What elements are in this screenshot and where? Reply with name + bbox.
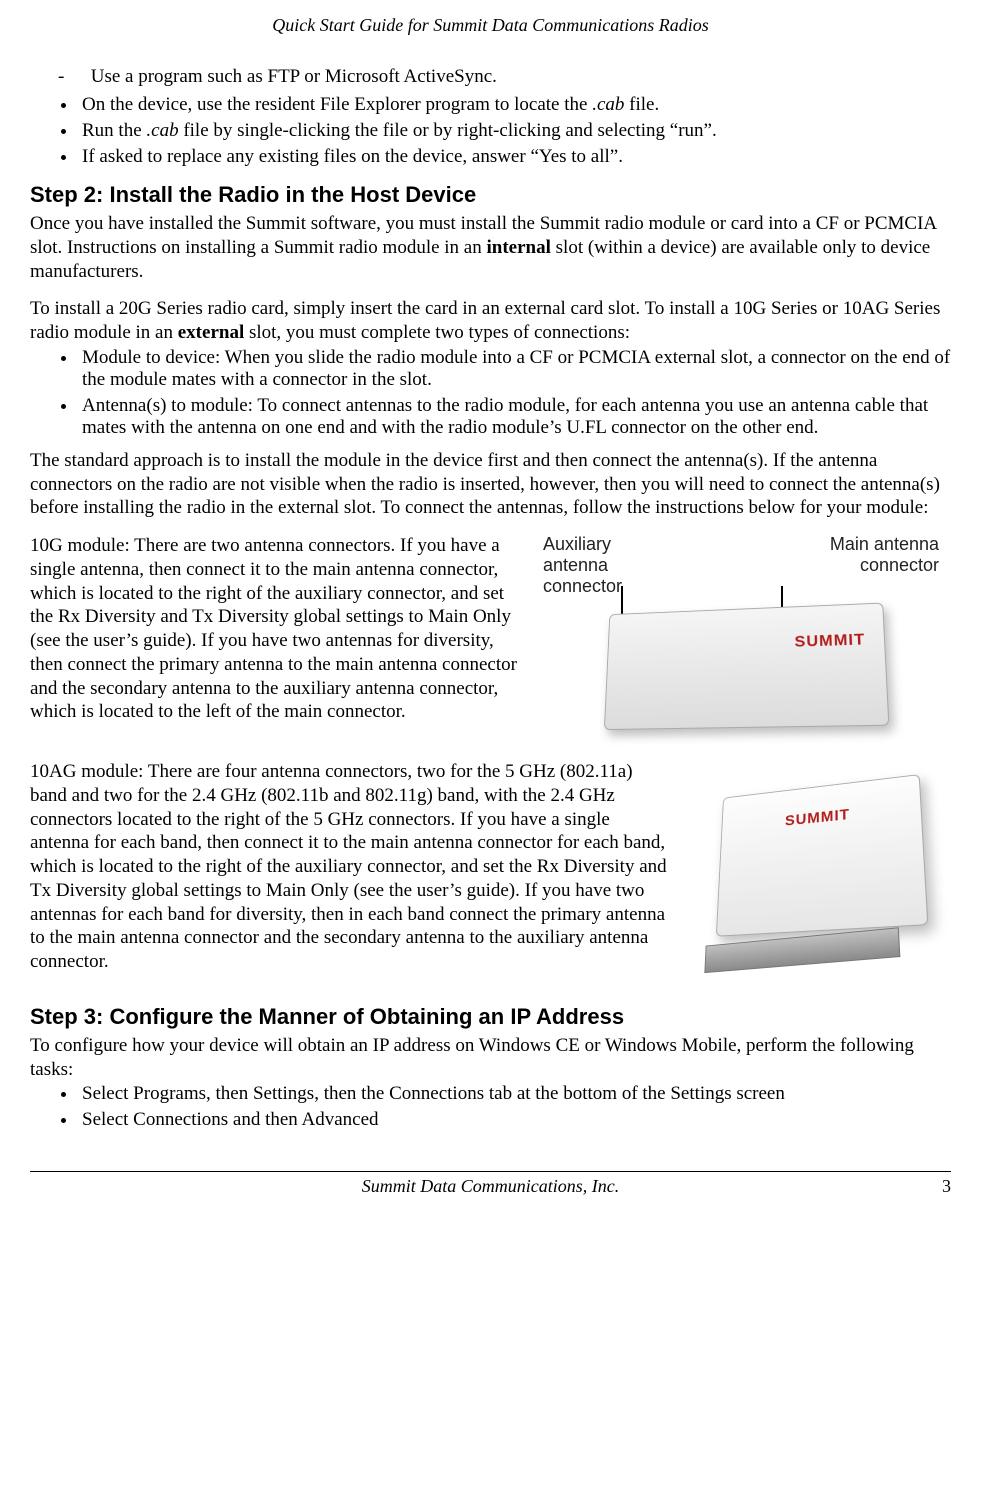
- step2-heading: Step 2: Install the Radio in the Host De…: [30, 182, 951, 208]
- row-10ag: 10AG module: There are four antenna conn…: [30, 760, 951, 988]
- label-aux-connector: Auxiliary antenna connector: [543, 534, 622, 597]
- text: file.: [624, 94, 659, 115]
- ital: .cab: [146, 120, 178, 141]
- running-header: Quick Start Guide for Summit Data Commun…: [30, 15, 951, 36]
- sub-bullet-ftp: Use a program such as FTP or Microsoft A…: [58, 66, 951, 88]
- text: antenna: [543, 555, 622, 576]
- step2-p2: To install a 20G Series radio card, simp…: [30, 297, 951, 345]
- bullet-replace-files: If asked to replace any existing files o…: [78, 146, 951, 168]
- bold-external: external: [178, 322, 244, 343]
- text: On the device, use the resident File Exp…: [82, 94, 592, 115]
- text: connector: [543, 576, 622, 597]
- bold-internal: internal: [487, 237, 551, 258]
- ital: .cab: [592, 94, 624, 115]
- figure-10ag-module: [681, 760, 951, 950]
- text: Run the: [82, 120, 146, 141]
- bullet-select-programs: Select Programs, then Settings, then the…: [78, 1083, 951, 1105]
- radio-card-icon: [716, 774, 929, 937]
- text: file by single-clicking the file or by r…: [179, 120, 717, 141]
- step3-p1: To configure how your device will obtain…: [30, 1034, 951, 1082]
- row-10g: 10G module: There are two antenna connec…: [30, 534, 951, 744]
- page-number: 3: [921, 1176, 951, 1197]
- step2-10ag: 10AG module: There are four antenna conn…: [30, 760, 667, 974]
- page-content: Quick Start Guide for Summit Data Commun…: [0, 0, 981, 1207]
- pre-step2-bullets: On the device, use the resident File Exp…: [30, 94, 951, 168]
- step3-heading: Step 3: Configure the Manner of Obtainin…: [30, 1004, 951, 1030]
- figure-10g-module: Auxiliary antenna connector Main antenna…: [531, 534, 951, 744]
- bullet-locate-cab: On the device, use the resident File Exp…: [78, 94, 951, 116]
- text: Auxiliary: [543, 534, 622, 555]
- step3-bullets: Select Programs, then Settings, then the…: [30, 1083, 951, 1131]
- footer-company: Summit Data Communications, Inc.: [60, 1176, 921, 1197]
- text: If asked to replace any existing files o…: [82, 146, 623, 167]
- text: connector: [830, 555, 939, 576]
- bullet-module-to-device: Module to device: When you slide the rad…: [78, 347, 951, 391]
- radio-card-icon: [604, 603, 890, 731]
- step2-10g: 10G module: There are two antenna connec…: [30, 534, 517, 724]
- sub-bullet-text: Use a program such as FTP or Microsoft A…: [91, 66, 497, 87]
- step2-p1: Once you have installed the Summit softw…: [30, 212, 951, 283]
- label-main-connector: Main antenna connector: [830, 534, 939, 597]
- step2-bullets: Module to device: When you slide the rad…: [30, 347, 951, 439]
- bullet-run-cab: Run the .cab file by single-clicking the…: [78, 120, 951, 142]
- step2-p3: The standard approach is to install the …: [30, 449, 951, 520]
- bullet-select-connections: Select Connections and then Advanced: [78, 1109, 951, 1131]
- text: slot, you must complete two types of con…: [244, 322, 630, 343]
- page-footer: Summit Data Communications, Inc. 3: [30, 1171, 951, 1197]
- text: Main antenna: [830, 534, 939, 555]
- bullet-antenna-to-module: Antenna(s) to module: To connect antenna…: [78, 395, 951, 439]
